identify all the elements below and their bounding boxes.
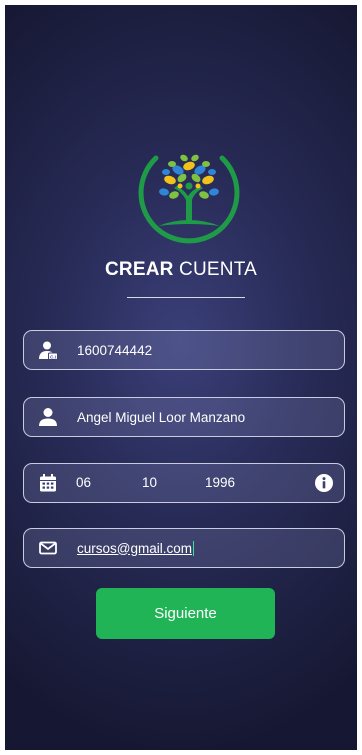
birth-day-select[interactable]: 06 — [76, 475, 91, 490]
page-title-rest: CUENTA — [173, 259, 257, 280]
email-field[interactable]: cursos@gmail.com — [23, 528, 345, 568]
info-icon[interactable] — [314, 473, 334, 493]
full-name-value: Angel Miguel Loor Manzano — [77, 409, 246, 425]
envelope-icon — [38, 538, 58, 558]
register-screen: CREAR CUENTA C.I 1600744442 Angel Miguel… — [5, 5, 357, 750]
title-divider — [127, 297, 245, 298]
user-icon — [38, 407, 58, 427]
calendar-icon — [38, 473, 58, 493]
id-card-user-icon: C.I — [38, 340, 58, 360]
id-number-field[interactable]: C.I 1600744442 — [23, 330, 345, 370]
page-title-bold: CREAR — [105, 259, 174, 280]
text-cursor — [192, 540, 194, 556]
tree-logo-icon — [138, 154, 240, 244]
email-value: cursos@gmail.com — [77, 540, 192, 556]
next-button[interactable]: Siguiente — [96, 588, 275, 639]
page-title: CREAR CUENTA — [5, 259, 357, 281]
full-name-field[interactable]: Angel Miguel Loor Manzano — [23, 397, 345, 437]
id-number-value: 1600744442 — [77, 342, 153, 358]
birth-date-field[interactable]: 06 10 1996 — [23, 463, 345, 503]
birth-month-select[interactable]: 10 — [142, 475, 157, 490]
svg-text:C.I: C.I — [50, 354, 56, 359]
birth-year-select[interactable]: 1996 — [205, 475, 235, 490]
